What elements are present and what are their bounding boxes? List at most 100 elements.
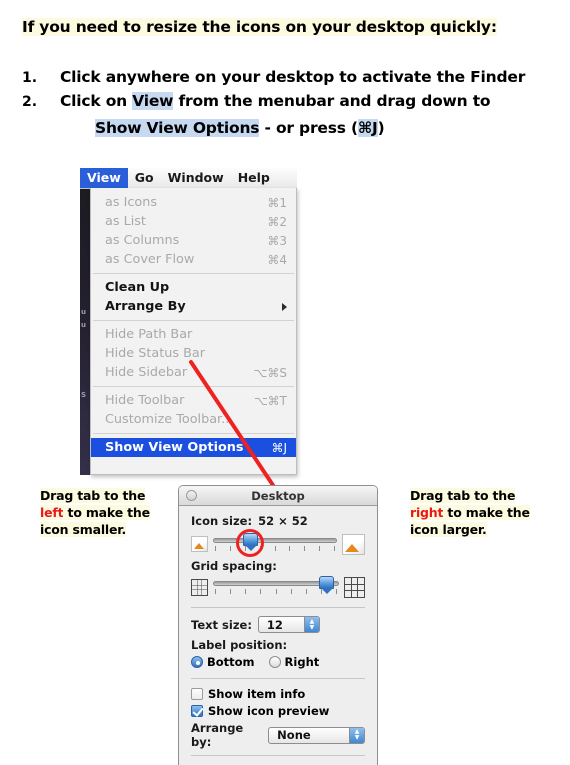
menu-item-as-list[interactable]: as List ⌘2 bbox=[91, 212, 296, 231]
text-size-popup-button[interactable]: 12 ▲ ▼ bbox=[257, 616, 320, 633]
radio-bottom[interactable] bbox=[191, 656, 203, 668]
annotation-right: Drag tab to the right to make the icon l… bbox=[410, 487, 555, 538]
menu-item-show-view-options[interactable]: Show View Options ⌘J bbox=[91, 438, 296, 457]
menu-item-as-icons-label: as Icons bbox=[105, 195, 157, 210]
menu-item-as-cover-flow[interactable]: as Cover Flow ⌘4 bbox=[91, 250, 296, 269]
submenu-arrow-icon bbox=[282, 302, 287, 311]
page-title: If you need to resize the icons on your … bbox=[22, 18, 497, 36]
menu-item-hide-toolbar-shortcut: ⌥⌘T bbox=[253, 393, 287, 408]
grid-spacing-slider[interactable] bbox=[213, 576, 339, 598]
view-dropdown-menu: as Icons ⌘1 as List ⌘2 as Columns ⌘3 as … bbox=[90, 188, 297, 475]
annotation-left-line3: icon smaller. bbox=[40, 522, 127, 537]
menu-item-as-columns[interactable]: as Columns ⌘3 bbox=[91, 231, 296, 250]
arrange-by-popup-button[interactable]: None ▲ ▼ bbox=[268, 726, 365, 744]
text-size-label: Text size: bbox=[191, 617, 252, 632]
menubar-item-help[interactable]: Help bbox=[231, 168, 277, 188]
menu-item-hide-toolbar[interactable]: Hide Toolbar ⌥⌘T bbox=[91, 391, 296, 410]
arrange-by-label: Arrange by: bbox=[191, 721, 244, 749]
menu-item-as-icons-shortcut: ⌘1 bbox=[267, 195, 287, 210]
step-2-number: 2. bbox=[22, 94, 38, 110]
checkbox-show-icon-preview-label: Show icon preview bbox=[208, 704, 330, 718]
mac-menubar: View Go Window Help bbox=[80, 168, 297, 189]
menu-item-customize-toolbar[interactable]: Customize Toolbar... bbox=[91, 410, 296, 429]
grid-large-icon bbox=[344, 576, 365, 598]
divider bbox=[191, 755, 365, 756]
arrange-by-value: None bbox=[277, 728, 311, 742]
radio-right[interactable] bbox=[268, 656, 281, 668]
icon-size-slider-row bbox=[191, 529, 365, 557]
menu-item-as-list-label: as List bbox=[105, 214, 146, 229]
step-2-text: Click on View from the menubar and drag … bbox=[60, 92, 491, 110]
text-size-row: Text size: 12 ▲ ▼ bbox=[191, 616, 365, 633]
step-2-highlight-show-view-options: Show View Options bbox=[95, 119, 260, 137]
view-options-titlebar: Desktop bbox=[179, 486, 377, 506]
step-2-end-text: ) bbox=[377, 119, 385, 137]
grid-small-icon bbox=[191, 578, 208, 596]
stepper-arrows-icon[interactable]: ▲ ▼ bbox=[303, 617, 319, 632]
menubar-item-window[interactable]: Window bbox=[161, 168, 231, 188]
menu-item-as-icons[interactable]: as Icons ⌘1 bbox=[91, 193, 296, 212]
menu-item-customize-toolbar-label: Customize Toolbar... bbox=[105, 412, 234, 427]
label-position-label: Label position: bbox=[191, 638, 288, 652]
finder-menu-screenshot: u u S View Go Window Help as Icons ⌘1 as… bbox=[80, 168, 372, 630]
menu-item-arrange-by[interactable]: Arrange By bbox=[91, 297, 296, 316]
icon-size-slider-thumb[interactable] bbox=[243, 533, 259, 552]
view-options-window: Desktop Icon size: 52 × 52 Grid spacing: bbox=[178, 485, 378, 765]
checkbox-show-item-info-label: Show item info bbox=[208, 687, 306, 701]
desktop-background-strip: u u S bbox=[80, 188, 90, 475]
view-options-title: Desktop bbox=[251, 488, 305, 503]
close-icon[interactable] bbox=[186, 490, 197, 501]
view-options-body: Icon size: 52 × 52 Grid spacing: Text si… bbox=[179, 506, 377, 756]
menu-item-show-view-options-shortcut: ⌘J bbox=[271, 440, 287, 455]
arrange-by-row: Arrange by: None ▲ ▼ bbox=[191, 721, 365, 749]
checkbox-show-item-info[interactable] bbox=[191, 688, 203, 700]
menu-separator bbox=[93, 273, 294, 274]
menu-item-hide-sidebar-shortcut: ⌥⌘S bbox=[253, 365, 287, 380]
step-2-mid-text: - or press ( bbox=[259, 119, 359, 137]
menu-item-hide-toolbar-label: Hide Toolbar bbox=[105, 393, 185, 408]
show-icon-preview-row[interactable]: Show icon preview bbox=[191, 704, 365, 718]
menubar-item-view[interactable]: View bbox=[80, 168, 128, 188]
menu-item-as-columns-shortcut: ⌘3 bbox=[267, 233, 287, 248]
menu-item-as-cover-flow-label: as Cover Flow bbox=[105, 252, 195, 267]
grid-spacing-thumb-shape bbox=[319, 576, 335, 594]
step-1-text: Click anywhere on your desktop to activa… bbox=[60, 68, 526, 86]
icon-size-slider[interactable] bbox=[213, 529, 337, 557]
menu-item-show-view-options-label: Show View Options bbox=[105, 440, 244, 455]
annotation-right-line3: icon larger. bbox=[410, 522, 487, 537]
grid-spacing-label: Grid spacing: bbox=[191, 559, 277, 573]
divider bbox=[191, 607, 365, 608]
icon-size-slider-ticks bbox=[215, 546, 335, 552]
grid-spacing-slider-row bbox=[191, 576, 365, 598]
menu-separator bbox=[93, 433, 294, 434]
step-2-highlight-view: View bbox=[132, 92, 174, 110]
menu-item-hide-sidebar[interactable]: Hide Sidebar ⌥⌘S bbox=[91, 363, 296, 382]
menu-separator bbox=[93, 320, 294, 321]
page-title-text: If you need to resize the icons on your … bbox=[22, 18, 497, 36]
annotation-left-keyword: left bbox=[40, 505, 64, 520]
radio-right-label: Right bbox=[284, 655, 320, 669]
annotation-right-line1: Drag tab to the bbox=[410, 488, 516, 503]
icon-size-label-row: Icon size: 52 × 52 bbox=[191, 514, 365, 528]
annotation-right-line2: to make the bbox=[443, 505, 530, 520]
menu-item-hide-sidebar-label: Hide Sidebar bbox=[105, 365, 188, 380]
menu-item-hide-path-bar[interactable]: Hide Path Bar bbox=[91, 325, 296, 344]
annotation-right-keyword: right bbox=[410, 505, 444, 520]
icon-size-label: Icon size: bbox=[191, 514, 253, 528]
grid-spacing-slider-thumb[interactable] bbox=[319, 576, 335, 595]
menu-item-as-cover-flow-shortcut: ⌘4 bbox=[267, 252, 287, 267]
menu-item-hide-path-bar-label: Hide Path Bar bbox=[105, 327, 193, 342]
stepper-arrows-icon[interactable]: ▲ ▼ bbox=[349, 727, 364, 743]
large-icon-preview-icon bbox=[342, 533, 365, 555]
annotation-left: Drag tab to the left to make the icon sm… bbox=[40, 487, 170, 538]
menu-item-hide-status-bar[interactable]: Hide Status Bar bbox=[91, 344, 296, 363]
radio-bottom-label: Bottom bbox=[207, 655, 255, 669]
menubar-item-go[interactable]: Go bbox=[128, 168, 161, 188]
step-2-highlight-shortcut: ⌘J bbox=[357, 119, 378, 137]
step-2-second-line: Show View Options - or press (⌘J) bbox=[95, 119, 385, 137]
step-1-number: 1. bbox=[22, 70, 38, 86]
checkbox-show-icon-preview[interactable] bbox=[191, 705, 203, 717]
menu-item-clean-up[interactable]: Clean Up bbox=[91, 278, 296, 297]
menu-item-as-list-shortcut: ⌘2 bbox=[267, 214, 287, 229]
show-item-info-row[interactable]: Show item info bbox=[191, 687, 365, 701]
